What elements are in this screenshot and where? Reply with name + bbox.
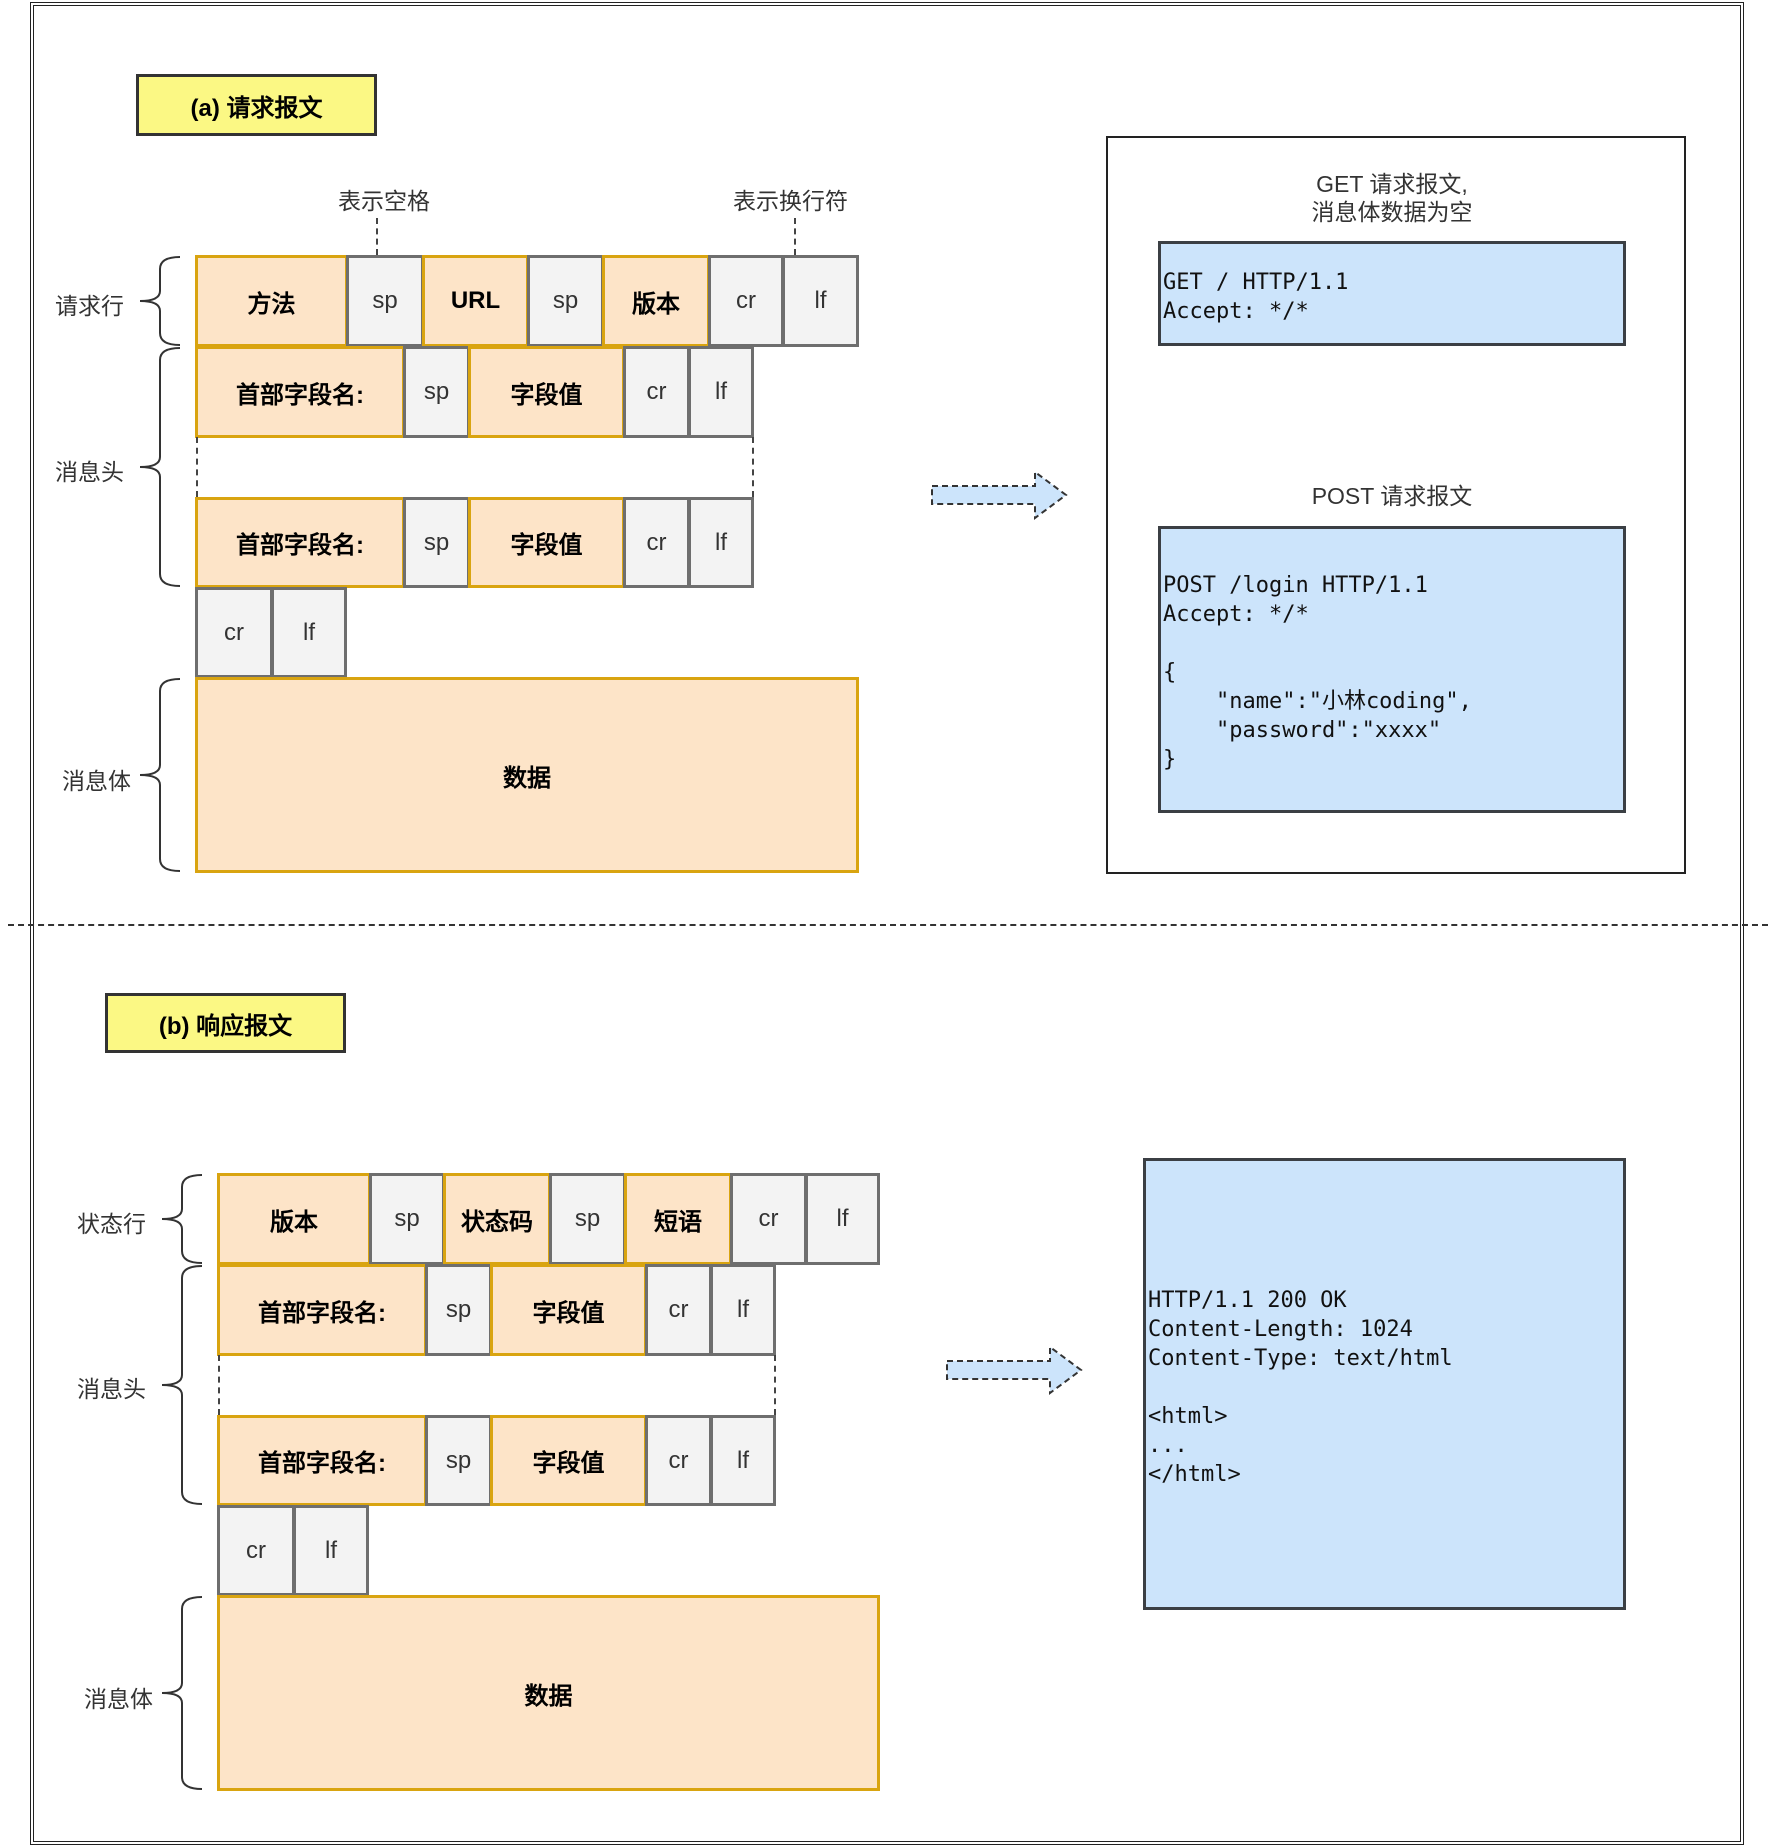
version-cell: 版本	[217, 1173, 371, 1265]
space-cell: sp	[425, 1415, 492, 1506]
space-annotation-leader	[376, 218, 378, 255]
header-value-cell: 字段值	[490, 1415, 647, 1506]
cr-cell: cr	[708, 255, 784, 347]
header-ellipsis-right	[774, 1355, 776, 1415]
newline-annotation: 表示换行符	[733, 188, 848, 214]
lf-cell: lf	[782, 255, 859, 347]
status-code-cell: 状态码	[443, 1173, 551, 1265]
section-divider	[8, 924, 1768, 926]
request-body-cell: 数据	[195, 677, 859, 873]
status-line-brace	[161, 1174, 203, 1264]
space-cell: sp	[527, 255, 604, 347]
request-section-title: (a) 请求报文	[136, 74, 377, 136]
header-name-cell: 首部字段名:	[195, 346, 405, 438]
get-caption-line2: 消息体数据为空	[1311, 199, 1473, 225]
reason-phrase-cell: 短语	[624, 1173, 732, 1265]
response-arrow-icon	[946, 1345, 1083, 1395]
space-cell: sp	[403, 346, 470, 438]
request-line-brace	[139, 256, 181, 346]
response-example: HTTP/1.1 200 OK Content-Length: 1024 Con…	[1143, 1158, 1626, 1610]
version-cell: 版本	[602, 255, 710, 347]
header-ellipsis-left	[218, 1355, 220, 1415]
lf-cell: lf	[688, 346, 754, 438]
request-body-label: 消息体	[62, 768, 131, 794]
url-cell: URL	[422, 255, 529, 347]
post-request-example: POST /login HTTP/1.1 Accept: */* { "name…	[1158, 526, 1626, 813]
response-section-title: (b) 响应报文	[105, 993, 346, 1053]
newline-annotation-leader	[794, 218, 796, 255]
get-caption: GET 请求报文, 消息体数据为空	[1158, 170, 1626, 226]
header-name-cell: 首部字段名:	[195, 497, 405, 588]
space-cell: sp	[549, 1173, 626, 1265]
space-cell: sp	[403, 497, 470, 588]
request-body-brace	[139, 678, 181, 872]
response-headers-label: 消息头	[77, 1376, 146, 1402]
status-line-label: 状态行	[77, 1211, 146, 1237]
get-caption-line1: GET 请求报文,	[1316, 171, 1468, 197]
lf-cell: lf	[710, 1415, 776, 1506]
space-cell: sp	[369, 1173, 445, 1265]
header-ellipsis-left	[196, 437, 198, 497]
cr-cell: cr	[645, 1415, 712, 1506]
lf-cell: lf	[805, 1173, 880, 1265]
request-headers-brace	[139, 347, 181, 587]
header-value-cell: 字段值	[490, 1264, 647, 1356]
blank-line-lf-cell: lf	[293, 1505, 369, 1596]
header-value-cell: 字段值	[468, 346, 625, 438]
cr-cell: cr	[730, 1173, 807, 1265]
request-arrow-icon	[931, 470, 1068, 520]
response-body-label: 消息体	[84, 1686, 153, 1712]
lf-cell: lf	[688, 497, 754, 588]
header-name-cell: 首部字段名:	[217, 1264, 427, 1356]
request-line-label: 请求行	[55, 293, 124, 319]
blank-line-cr-cell: cr	[195, 587, 273, 678]
response-body-brace	[161, 1596, 203, 1790]
cr-cell: cr	[623, 497, 690, 588]
response-headers-brace	[161, 1265, 203, 1505]
method-cell: 方法	[195, 255, 348, 347]
header-ellipsis-right	[752, 437, 754, 497]
space-cell: sp	[425, 1264, 492, 1356]
header-value-cell: 字段值	[468, 497, 625, 588]
cr-cell: cr	[623, 346, 690, 438]
blank-line-cr-cell: cr	[217, 1505, 295, 1596]
request-headers-label: 消息头	[55, 459, 124, 485]
space-cell: sp	[346, 255, 424, 347]
space-annotation: 表示空格	[338, 188, 430, 214]
get-request-example: GET / HTTP/1.1 Accept: */*	[1158, 241, 1626, 346]
response-body-cell: 数据	[217, 1595, 880, 1791]
post-caption: POST 请求报文	[1311, 483, 1473, 509]
header-name-cell: 首部字段名:	[217, 1415, 427, 1506]
blank-line-lf-cell: lf	[271, 587, 347, 678]
cr-cell: cr	[645, 1264, 712, 1356]
lf-cell: lf	[710, 1264, 776, 1356]
